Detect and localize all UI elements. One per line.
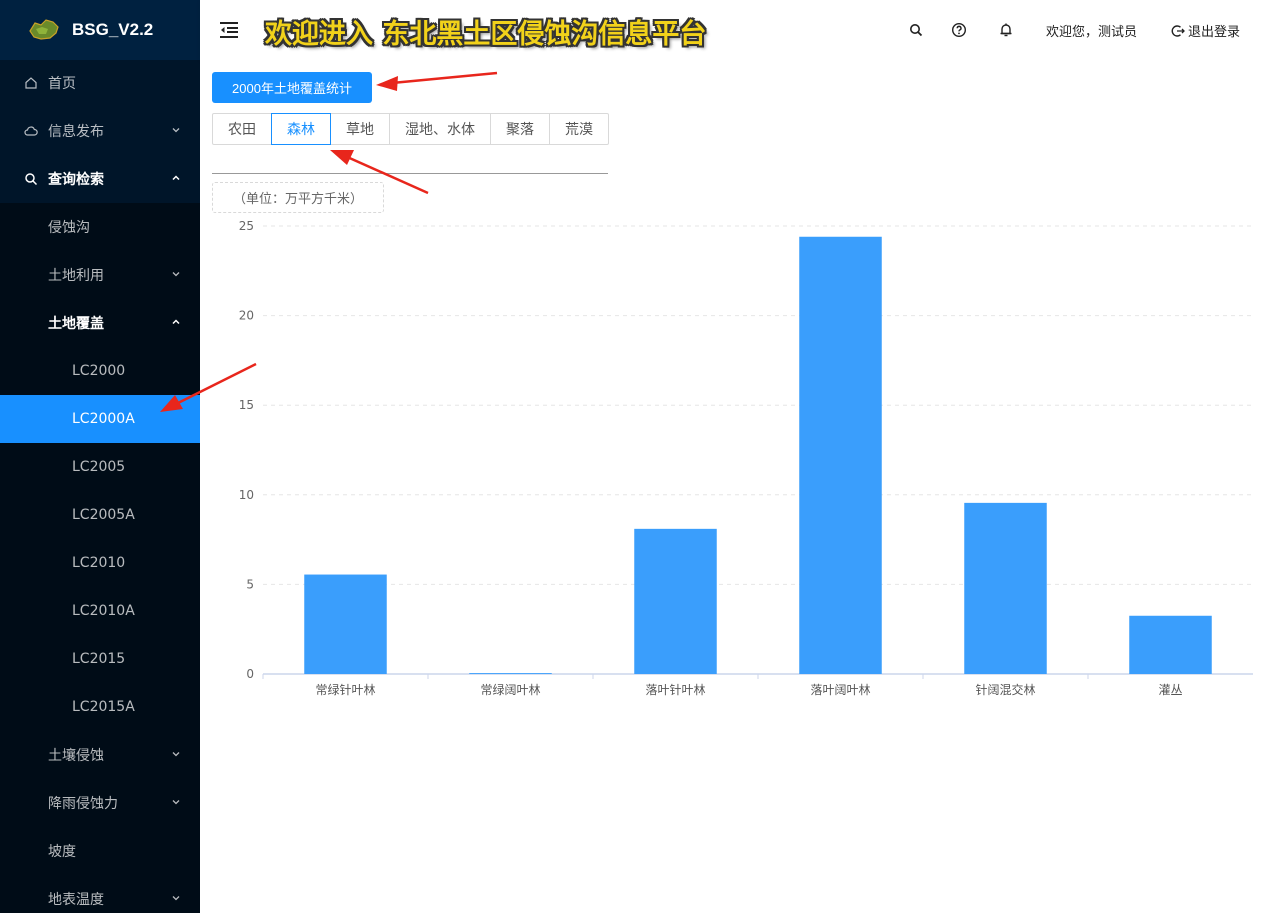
bar [799, 236, 882, 674]
sidebar-item-label: LC2010A [72, 603, 135, 619]
sidebar-item-label: 土壤侵蚀 [48, 748, 104, 764]
x-tick-label: 落叶针叶林 [645, 682, 705, 697]
sidebar-item-label: 土地利用 [48, 268, 104, 284]
x-tick-label: 落叶阔叶林 [810, 683, 870, 697]
sidebar-item-surface-temp[interactable]: 地表温度 [0, 875, 200, 913]
sidebar-item-label: 降雨侵蚀力 [48, 796, 118, 812]
sidebar-item-label: 地表温度 [48, 892, 104, 908]
sidebar-item-lc2010a[interactable]: LC2010A [0, 587, 200, 635]
sidebar-item-label: LC2010 [72, 555, 126, 571]
cloud-icon [24, 124, 38, 138]
sidebar-item-gully[interactable]: 侵蚀沟 [0, 203, 200, 251]
sidebar-item-lc2000a[interactable]: LC2000A [0, 395, 200, 443]
logout-label: 退出登录 [1188, 25, 1241, 40]
sidebar-item-lc2015[interactable]: LC2015 [0, 635, 200, 683]
menu-fold-icon[interactable] [219, 21, 239, 39]
sidebar-item-land-use[interactable]: 土地利用 [0, 251, 200, 299]
bar [1129, 615, 1212, 674]
y-tick-label: 0 [246, 667, 254, 681]
sidebar-item-label: LC2005A [72, 507, 135, 523]
y-tick-label: 15 [239, 398, 254, 412]
logout-button[interactable]: 退出登录 [1171, 21, 1240, 40]
logo-map-icon [29, 19, 59, 40]
x-tick-label: 常绿针叶林 [315, 682, 375, 697]
search-icon [24, 172, 38, 186]
y-tick-label: 25 [239, 219, 254, 233]
tabs-divider [212, 173, 608, 174]
tab-desert[interactable]: 荒漠 [549, 113, 609, 145]
chevron-up-icon [172, 319, 180, 325]
sidebar-item-label: 信息发布 [48, 124, 104, 140]
sidebar-item-label: LC2015 [72, 651, 126, 667]
y-tick-label: 5 [246, 577, 254, 591]
sidebar-item-label: 坡度 [48, 844, 76, 860]
sidebar: BSG_V2.2 首页 信息发布 查询检索 侵蚀沟 土地利用 土地覆盖 LC20… [0, 0, 200, 913]
tab-forest[interactable]: 森林 [271, 113, 331, 145]
land-cover-stats-button[interactable]: 2000年土地覆盖统计 [212, 72, 372, 103]
chevron-down-icon [172, 896, 180, 901]
y-tick-label: 20 [239, 309, 254, 323]
x-tick-label: 灌丛 [1158, 683, 1182, 697]
sidebar-item-label: 首页 [48, 76, 76, 92]
search-icon[interactable] [908, 22, 924, 38]
sidebar-item-label: LC2005 [72, 459, 126, 475]
sidebar-item-lc2000[interactable]: LC2000 [0, 347, 200, 395]
chevron-down-icon [172, 272, 180, 277]
bar [304, 574, 387, 674]
x-tick-label: 常绿阔叶林 [480, 682, 540, 697]
category-tabs: 农田 森林 草地 湿地、水体 聚落 荒漠 [212, 113, 609, 145]
chevron-up-icon [172, 175, 180, 181]
logout-icon [1171, 24, 1185, 37]
sidebar-item-label: 侵蚀沟 [48, 220, 90, 236]
page-banner-title: 欢迎进入 东北黑土区侵蚀沟信息平台 [265, 19, 707, 50]
welcome-text: 欢迎您，测试员 [1046, 25, 1138, 40]
logo-text: BSG_V2.2 [72, 20, 154, 39]
sidebar-item-rainfall-erosivity[interactable]: 降雨侵蚀力 [0, 779, 200, 827]
sidebar-item-label: LC2000A [72, 411, 135, 427]
bar [634, 528, 717, 674]
sidebar-item-lc2005[interactable]: LC2005 [0, 443, 200, 491]
sidebar-item-label: 土地覆盖 [48, 316, 104, 332]
bar [964, 502, 1047, 674]
sidebar-item-lc2005a[interactable]: LC2005A [0, 491, 200, 539]
tab-settlement[interactable]: 聚落 [490, 113, 550, 145]
sidebar-item-lc2010[interactable]: LC2010 [0, 539, 200, 587]
unit-label: （单位：万平方千米） [212, 182, 384, 213]
sidebar-item-label: LC2000 [72, 363, 126, 379]
sidebar-item-label: LC2015A [72, 699, 135, 715]
tab-farmland[interactable]: 农田 [212, 113, 272, 145]
x-tick-label: 针阔混交林 [975, 682, 1035, 697]
tab-wetland-water[interactable]: 湿地、水体 [389, 113, 491, 145]
main-content: 2000年土地覆盖统计 农田 森林 草地 湿地、水体 聚落 荒漠 （单位：万平方… [200, 60, 1270, 913]
sidebar-item-lc2015a[interactable]: LC2015A [0, 683, 200, 731]
chevron-down-icon [172, 128, 180, 133]
top-header: 欢迎进入 东北黑土区侵蚀沟信息平台 欢迎您，测试员 退出登录 [200, 0, 1270, 60]
sidebar-item-soil-erosion[interactable]: 土壤侵蚀 [0, 731, 200, 779]
sidebar-item-info-publish[interactable]: 信息发布 [0, 107, 200, 155]
sidebar-item-label: 查询检索 [48, 172, 104, 188]
sidebar-item-home[interactable]: 首页 [0, 59, 200, 107]
chevron-down-icon [172, 752, 180, 757]
sidebar-item-query[interactable]: 查询检索 [0, 155, 200, 203]
chevron-down-icon [172, 800, 180, 805]
y-tick-label: 10 [239, 488, 254, 502]
bell-icon[interactable] [998, 22, 1014, 38]
forest-bar-chart: 0 5 10 15 20 25 常绿针叶林 常绿阔叶林 落叶针叶林 落叶阔叶林 针阔混交林 灌丛 [239, 219, 1253, 697]
help-icon[interactable] [951, 22, 967, 38]
logo[interactable]: BSG_V2.2 [0, 0, 200, 60]
tab-grassland[interactable]: 草地 [330, 113, 390, 145]
home-icon [24, 76, 38, 90]
sidebar-item-slope[interactable]: 坡度 [0, 827, 200, 875]
sidebar-item-land-cover[interactable]: 土地覆盖 [0, 299, 200, 347]
bar [469, 673, 552, 674]
